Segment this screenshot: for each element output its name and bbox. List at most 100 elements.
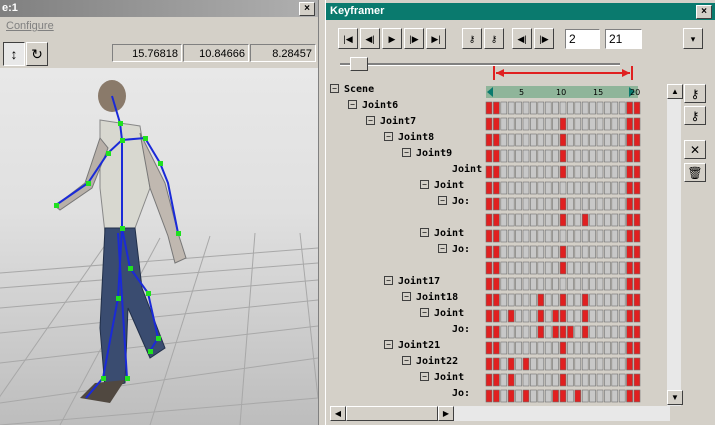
keyframe-cell[interactable] <box>611 325 619 339</box>
keyframe-cell[interactable] <box>611 389 619 403</box>
time-slider-thumb[interactable] <box>350 57 368 71</box>
keyframe-cell-key[interactable] <box>633 261 641 275</box>
keyframe-cell[interactable] <box>567 293 574 307</box>
keyframe-cell[interactable] <box>589 181 596 195</box>
keyframe-cell-key[interactable] <box>633 309 641 323</box>
keyframe-cell[interactable] <box>611 229 619 243</box>
keyframe-cell[interactable] <box>507 229 515 243</box>
collapse-icon[interactable]: − <box>402 292 411 301</box>
keyframe-cell[interactable] <box>589 133 596 147</box>
keyframe-cell-key[interactable] <box>626 341 633 355</box>
keyframe-cell-key[interactable] <box>633 213 641 227</box>
keyframe-cell-key[interactable] <box>537 309 545 323</box>
keyframe-cell[interactable] <box>544 165 552 179</box>
keyframe-cell[interactable] <box>500 261 508 275</box>
keyframe-cell[interactable] <box>604 325 611 339</box>
keyframe-cell[interactable] <box>530 341 537 355</box>
keyframe-cell[interactable] <box>604 197 611 211</box>
collapse-icon[interactable]: − <box>402 356 411 365</box>
keyframe-cell[interactable] <box>559 181 567 195</box>
keyframe-cell[interactable] <box>552 245 559 259</box>
collapse-icon[interactable]: − <box>438 196 447 205</box>
set-key-icon[interactable]: ⚷ <box>684 84 706 103</box>
keyframe-cell[interactable] <box>507 149 515 163</box>
keyframe-cell-key[interactable] <box>633 181 641 195</box>
keyframe-cell[interactable] <box>552 261 559 275</box>
keyframe-cell[interactable] <box>522 229 530 243</box>
keyframe-cell-key[interactable] <box>552 389 559 403</box>
keyframe-cell[interactable] <box>537 261 545 275</box>
keyframe-cell[interactable] <box>522 181 530 195</box>
keyframe-cell[interactable] <box>611 309 619 323</box>
keyframe-cell[interactable] <box>596 309 604 323</box>
tree-row[interactable]: − Joint18 <box>402 290 458 306</box>
collapse-icon[interactable]: − <box>402 148 411 157</box>
keyframe-cell-key[interactable] <box>507 309 515 323</box>
keyframe-cell[interactable] <box>537 389 545 403</box>
keyframe-cell[interactable] <box>552 293 559 307</box>
keyframe-cell-key[interactable] <box>626 309 633 323</box>
keyframe-cell-key[interactable] <box>493 389 500 403</box>
keyframe-cell-key[interactable] <box>493 245 500 259</box>
keyframe-cell[interactable] <box>552 133 559 147</box>
keyframe-cell-key[interactable] <box>626 149 633 163</box>
keyframe-cell[interactable] <box>581 149 589 163</box>
tree-row[interactable]: − Joint9 <box>402 146 452 162</box>
keyframe-cell[interactable] <box>537 229 545 243</box>
trash-icon[interactable]: 🗑 <box>684 163 706 182</box>
keyframe-cell-key[interactable] <box>559 309 567 323</box>
collapse-icon[interactable]: − <box>420 180 429 189</box>
keyframe-cell[interactable] <box>618 309 626 323</box>
keyframe-cell[interactable] <box>559 277 567 291</box>
keyframe-cell-key[interactable] <box>485 357 493 371</box>
keyframe-cell[interactable] <box>500 149 508 163</box>
keyframe-cell[interactable] <box>544 117 552 131</box>
keyframe-cell[interactable] <box>544 277 552 291</box>
keyframe-cell[interactable] <box>515 101 522 115</box>
step-back-icon[interactable]: ◀| <box>360 28 380 49</box>
keyframe-cell-key[interactable] <box>493 325 500 339</box>
keyframe-cell[interactable] <box>530 357 537 371</box>
keyframe-cell-key[interactable] <box>493 373 500 387</box>
keyframe-cell[interactable] <box>507 277 515 291</box>
collapse-icon[interactable]: − <box>348 100 357 109</box>
keyframe-cell[interactable] <box>596 213 604 227</box>
keyframe-cell[interactable] <box>581 389 589 403</box>
keyframe-cell[interactable] <box>500 309 508 323</box>
keyframe-cell[interactable] <box>552 197 559 211</box>
keyframe-cell-key[interactable] <box>485 309 493 323</box>
keyframe-cell[interactable] <box>500 197 508 211</box>
keyframe-cell-key[interactable] <box>522 389 530 403</box>
menu-dropdown-icon[interactable]: ▾ <box>683 28 703 49</box>
horizontal-scrollbar[interactable]: ◀ ▶ <box>330 406 670 421</box>
keyframer-title-bar[interactable]: Keyframer × <box>326 3 715 20</box>
keyframe-cell-key[interactable] <box>626 197 633 211</box>
keyframe-cell[interactable] <box>574 181 582 195</box>
keyframe-cell[interactable] <box>604 277 611 291</box>
keyframe-cell[interactable] <box>552 101 559 115</box>
keyframe-cell[interactable] <box>581 277 589 291</box>
keyframe-cell-key[interactable] <box>559 357 567 371</box>
keyframe-cell[interactable] <box>507 341 515 355</box>
keyframe-cell-key[interactable] <box>559 373 567 387</box>
keyframe-cell[interactable] <box>567 181 574 195</box>
keyframe-cell[interactable] <box>589 277 596 291</box>
keyframe-cell-key[interactable] <box>626 181 633 195</box>
keyframe-cell-key[interactable] <box>485 213 493 227</box>
keyframe-cell[interactable] <box>552 213 559 227</box>
keyframe-cell[interactable] <box>544 357 552 371</box>
keyframe-cell[interactable] <box>552 181 559 195</box>
keyframe-cell-key[interactable] <box>537 325 545 339</box>
keyframe-cell[interactable] <box>567 309 574 323</box>
keyframe-cell-key[interactable] <box>581 309 589 323</box>
keyframe-cell-key[interactable] <box>485 197 493 211</box>
keyframe-cell[interactable] <box>581 245 589 259</box>
keyframe-cell[interactable] <box>574 213 582 227</box>
keyframe-cell[interactable] <box>611 245 619 259</box>
scroll-up-icon[interactable]: ▲ <box>667 84 683 99</box>
keyframe-cell[interactable] <box>552 117 559 131</box>
keyframe-cell-key[interactable] <box>507 357 515 371</box>
collapse-icon[interactable]: − <box>420 228 429 237</box>
keyframe-cell[interactable] <box>537 341 545 355</box>
keyframe-cell[interactable] <box>604 389 611 403</box>
